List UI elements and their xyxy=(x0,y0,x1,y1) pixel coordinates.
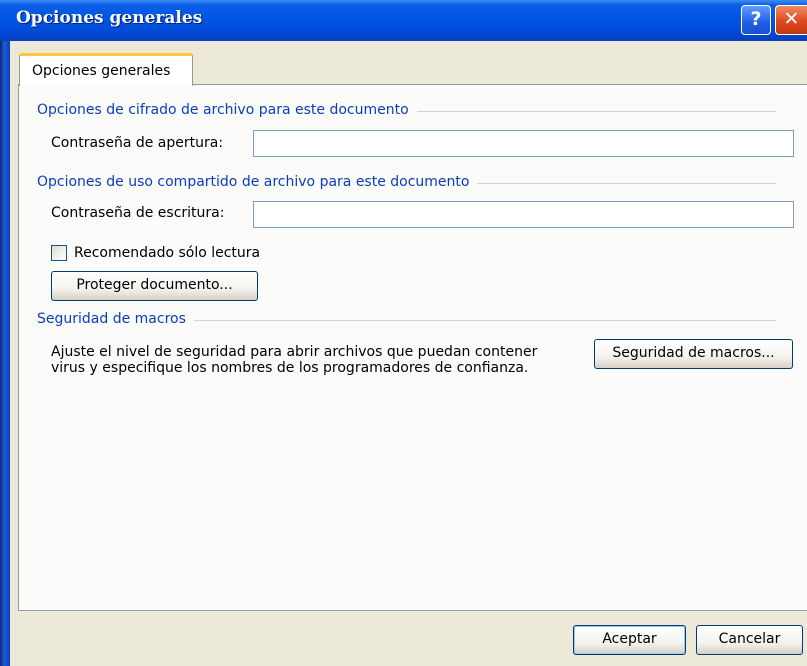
title-bar[interactable]: Opciones generales ? ✕ xyxy=(0,0,807,41)
macro-description-line2: virus y especifique los nombres de los p… xyxy=(51,360,529,376)
macro-section-title: Seguridad de macros xyxy=(37,311,194,327)
close-icon[interactable]: ✕ xyxy=(775,5,807,35)
protect-document-button[interactable]: Proteger documento... xyxy=(51,271,258,301)
write-password-input[interactable] xyxy=(253,201,794,228)
write-password-label: Contraseña de escritura: xyxy=(51,205,225,221)
dialog-window: Opciones generales ? ✕ Opciones generale… xyxy=(0,0,807,666)
sharing-section-title: Opciones de uso compartido de archivo pa… xyxy=(37,174,478,190)
macro-security-button[interactable]: Seguridad de macros... xyxy=(594,339,793,369)
encryption-section-title: Opciones de cifrado de archivo para este… xyxy=(37,102,417,118)
window-title: Opciones generales xyxy=(16,8,203,28)
help-icon[interactable]: ? xyxy=(741,5,771,35)
macro-description-line1: Ajuste el nivel de seguridad para abrir … xyxy=(51,344,538,360)
readonly-label[interactable]: Recomendado sólo lectura xyxy=(74,245,260,261)
readonly-checkbox[interactable] xyxy=(51,245,67,261)
open-password-input[interactable] xyxy=(253,130,794,157)
ok-button[interactable]: Aceptar xyxy=(573,625,686,655)
cancel-button[interactable]: Cancelar xyxy=(696,625,803,655)
window-border xyxy=(0,41,10,666)
tab-general-options[interactable]: Opciones generales xyxy=(19,53,193,86)
open-password-label: Contraseña de apertura: xyxy=(51,135,224,151)
